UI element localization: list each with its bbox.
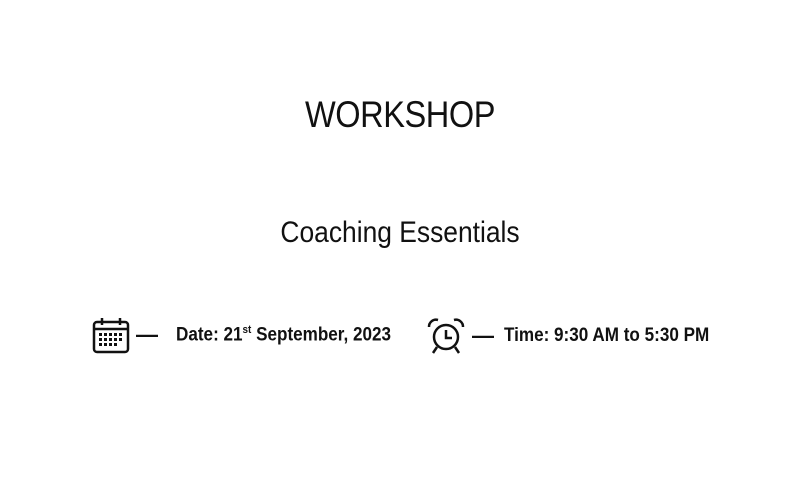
time-label: Time: 9:30 AM to 5:30 PM (504, 325, 710, 346)
alarm-clock-icon (427, 318, 465, 354)
workshop-subtitle: Coaching Essentials (280, 216, 520, 249)
date-label: Date: 21st September, 2023 (176, 324, 391, 346)
dash: — (472, 323, 494, 348)
time-row: — Time: 9:30 AM to 5:30 PM (426, 316, 732, 356)
page-title: WORKSHOP (304, 94, 496, 135)
date-rest: September, 2023 (251, 324, 392, 346)
date-row: — Date: 21st September, 2023 (92, 316, 415, 354)
calendar-icon (92, 318, 130, 354)
date-prefix: Date: 21 (176, 324, 243, 346)
date-ordinal: st (242, 323, 252, 336)
dash: — (136, 322, 158, 347)
